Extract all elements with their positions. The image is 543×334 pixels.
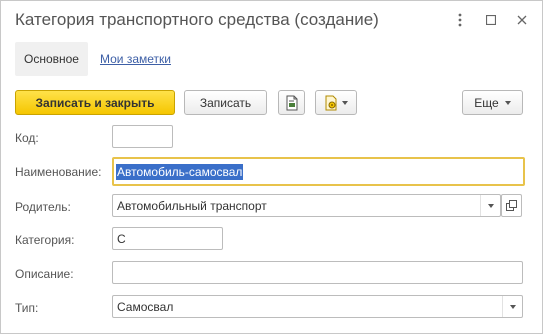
- parent-field-value: Автомобильный транспорт: [117, 198, 267, 213]
- chevron-down-icon: [509, 304, 516, 309]
- document-report-icon: [286, 95, 297, 110]
- save-button[interactable]: Записать: [184, 90, 267, 115]
- close-icon[interactable]: [513, 11, 531, 29]
- parent-label: Родитель:: [15, 200, 71, 214]
- type-dropdown-button[interactable]: [502, 296, 522, 317]
- chevron-down-icon: [342, 100, 348, 105]
- type-select-value: Самосвал: [117, 299, 174, 314]
- save-and-close-button[interactable]: Записать и закрыть: [15, 90, 175, 115]
- more-vertical-icon[interactable]: [451, 11, 469, 29]
- create-based-on-button[interactable]: [315, 90, 357, 115]
- name-field[interactable]: Автомобиль-самосвал: [112, 157, 525, 186]
- tab-my-notes[interactable]: Мои заметки: [91, 42, 180, 76]
- category-field[interactable]: С: [112, 227, 223, 250]
- more-button-label: Еще: [474, 95, 499, 110]
- chevron-down-icon: [487, 203, 494, 208]
- parent-field[interactable]: Автомобильный транспорт: [112, 194, 501, 217]
- code-field[interactable]: [112, 125, 173, 148]
- description-field[interactable]: [112, 261, 523, 284]
- type-select[interactable]: Самосвал: [112, 295, 523, 318]
- more-button[interactable]: Еще: [462, 90, 523, 115]
- tab-bar: Основное Мои заметки: [15, 42, 180, 76]
- tab-main[interactable]: Основное: [15, 42, 88, 76]
- form-window: Категория транспортного средства (создан…: [0, 0, 543, 334]
- document-gear-icon: [325, 95, 337, 110]
- category-label: Категория:: [15, 233, 75, 247]
- print-document-button[interactable]: [278, 90, 305, 115]
- parent-dropdown-button[interactable]: [480, 195, 500, 216]
- chevron-down-icon: [504, 100, 511, 105]
- window-title: Категория транспортного средства (создан…: [15, 10, 379, 29]
- type-label: Тип:: [15, 301, 39, 315]
- parent-open-button[interactable]: [501, 194, 522, 217]
- open-link-icon: [506, 200, 517, 211]
- maximize-icon[interactable]: [482, 11, 500, 29]
- name-field-value: Автомобиль-самосвал: [116, 163, 244, 180]
- name-label: Наименование:: [15, 165, 102, 179]
- description-label: Описание:: [15, 267, 74, 281]
- code-label: Код:: [15, 131, 39, 145]
